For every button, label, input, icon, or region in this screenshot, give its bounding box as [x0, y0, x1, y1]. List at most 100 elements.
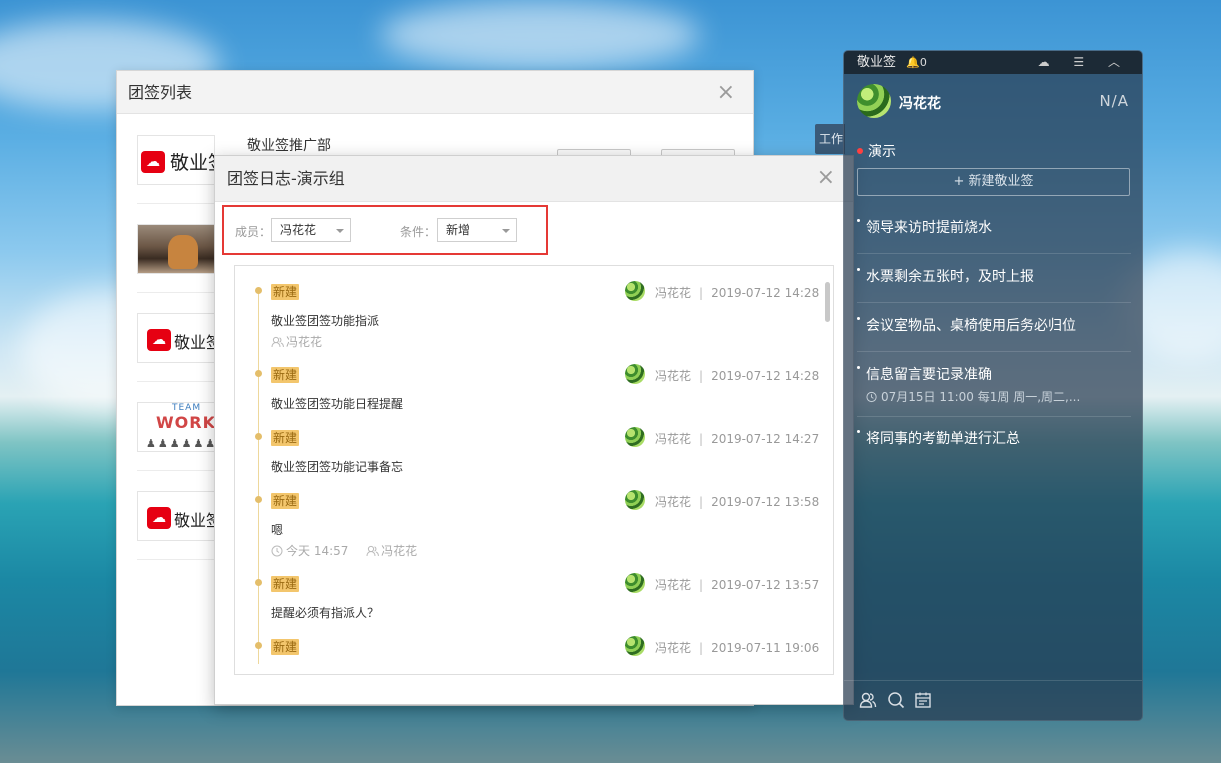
chevron-down-icon — [502, 229, 510, 233]
entry-time: 2019-07-12 14:28 — [711, 369, 820, 383]
meta-separator: | — [699, 641, 704, 655]
logo-text: 敬业签 — [170, 152, 214, 174]
group-list-title-bar: 团签列表 × — [117, 71, 753, 114]
entry-user: 冯花花 — [655, 369, 692, 383]
member-select[interactable]: 冯花花 — [271, 218, 351, 242]
entry-time: 2019-07-12 13:58 — [711, 495, 820, 509]
new-tag: 新建 — [271, 284, 300, 300]
panel-tools[interactable]: ☁ ☰ ︿ — [1038, 51, 1130, 74]
note-item[interactable]: 水票剩余五张时，及时上报 — [857, 266, 1131, 303]
user-name: 冯花花 — [899, 96, 941, 112]
bell-count: 0 — [919, 56, 927, 69]
entry-time: 2019-07-11 19:06 — [711, 641, 820, 655]
member-select-value: 冯花花 — [280, 223, 317, 237]
avatar — [625, 490, 645, 510]
condition-select[interactable]: 新增 — [437, 218, 517, 242]
background-cloud — [380, 0, 700, 70]
entry-content: 敬业签团签功能日程提醒 — [271, 397, 404, 411]
app-name: 敬业签 — [857, 55, 897, 70]
bell-icon[interactable]: 🔔0 — [906, 56, 927, 69]
user-row: 冯花花 N/A — [844, 74, 1142, 128]
new-tag: 新建 — [271, 576, 300, 592]
logo-text: 敬业签 — [174, 333, 214, 352]
entry-content: 提醒必须有指派人？ — [271, 606, 380, 620]
logo-text: 敬业签 — [174, 511, 214, 530]
scrollbar[interactable] — [825, 282, 830, 322]
group-logo: ☁ 敬业签 ® — [137, 135, 215, 185]
group-list-title: 团签列表 — [128, 83, 193, 102]
cloud-icon: ☁ — [147, 329, 171, 351]
bullet — [857, 366, 860, 369]
unread-dot — [857, 148, 863, 154]
clock-icon — [271, 545, 283, 557]
entry-user: 冯花花 — [655, 286, 692, 300]
work-side-tab[interactable]: 工作 — [815, 124, 845, 154]
bullet — [857, 219, 860, 222]
panel-footer — [844, 680, 1142, 720]
entry-meta: 冯花花 | 2019-07-12 14:28 — [655, 367, 819, 384]
entry-time: 2019-07-12 14:28 — [711, 286, 820, 300]
note-text: 将同事的考勤单进行汇总 — [866, 431, 1020, 447]
chevron-down-icon — [336, 229, 344, 233]
new-tag: 新建 — [271, 367, 300, 383]
avatar[interactable] — [857, 84, 891, 118]
user-icon — [271, 336, 284, 348]
entry-user: 冯花花 — [655, 641, 692, 655]
close-icon[interactable]: × — [717, 71, 735, 114]
entry-time: 2019-07-12 14:27 — [711, 432, 820, 446]
avatar — [625, 427, 645, 447]
group-photo: TEAM WORK ♟♟♟♟♟♟ — [137, 402, 215, 452]
meta-separator: | — [699, 432, 704, 446]
group-log-title-bar: 团签日志-演示组 × — [215, 156, 853, 202]
note-item[interactable]: 会议室物品、桌椅使用后务必归位 — [857, 315, 1131, 352]
user-icon — [366, 545, 379, 557]
new-tag: 新建 — [271, 639, 300, 655]
cloud-icon: ☁ — [141, 151, 165, 173]
bullet — [857, 430, 860, 433]
entry-meta: 冯花花 | 2019-07-12 13:58 — [655, 493, 819, 510]
entry-user: 冯花花 — [655, 578, 692, 592]
note-item[interactable]: 领导来访时提前烧水 — [857, 217, 1131, 254]
timeline-dot — [255, 433, 262, 440]
entry-content: 嗯 — [271, 523, 284, 537]
entry-sub: 今天 14:57 冯花花 — [271, 542, 417, 559]
entry-meta: 冯花花 | 2019-07-12 13:57 — [655, 576, 819, 593]
notes-side-panel: 敬业签 🔔0 ☁ ☰ ︿ 冯花花 N/A 演示 + 新建敬业签 领导来访时提前烧… — [843, 50, 1143, 721]
group-name: 敬业签推广部 — [247, 138, 331, 154]
team-text: TEAM — [172, 403, 202, 413]
calendar-icon[interactable] — [914, 691, 932, 709]
note-item[interactable]: 将同事的考勤单进行汇总 — [857, 428, 1131, 458]
note-text: 会议室物品、桌椅使用后务必归位 — [866, 318, 1076, 334]
new-tag: 新建 — [271, 430, 300, 446]
entry-meta: 冯花花 | 2019-07-12 14:27 — [655, 430, 819, 447]
current-group[interactable]: 演示 — [857, 141, 896, 161]
note-remind: 07月15日 11:00 每1周 周一,周二,... — [857, 388, 1131, 405]
bell-glyph: 🔔 — [906, 56, 920, 69]
note-item[interactable]: 信息留言要记录准确 07月15日 11:00 每1周 周一,周二,... — [857, 364, 1131, 417]
new-note-button[interactable]: + 新建敬业签 — [857, 168, 1130, 196]
filter-bar: 成员： 冯花花 条件： 新增 — [222, 205, 548, 255]
entry-time: 2019-07-12 13:57 — [711, 578, 820, 592]
note-text: 信息留言要记录准确 — [866, 367, 992, 383]
group-log-window: 团签日志-演示组 × 成员： 冯花花 条件： 新增 新建 冯花花 | 2019-07… — [214, 155, 854, 705]
clock-icon — [866, 391, 877, 403]
contacts-icon[interactable] — [859, 691, 877, 709]
group-name-label: 演示 — [868, 144, 896, 160]
condition-label: 条件： — [400, 225, 437, 239]
group-logo: ☁ 敬业签 — [137, 313, 215, 363]
timeline-dot — [255, 370, 262, 377]
avatar — [625, 281, 645, 301]
search-icon[interactable] — [887, 691, 905, 709]
condition-select-value: 新增 — [446, 223, 471, 237]
group-photo — [137, 224, 215, 274]
group-log-title: 团签日志-演示组 — [227, 169, 345, 188]
entry-assignee: 冯花花 — [286, 335, 323, 349]
meta-separator: | — [699, 578, 704, 592]
entry-meta: 冯花花 | 2019-07-11 19:06 — [655, 639, 819, 656]
timeline-line — [258, 288, 259, 664]
close-icon[interactable]: × — [817, 156, 835, 199]
entry-remind-time: 今天 14:57 — [286, 544, 349, 558]
note-remind-text: 07月15日 11:00 每1周 周一,周二,... — [881, 390, 1081, 404]
panel-header: 敬业签 🔔0 ☁ ☰ ︿ — [844, 51, 1142, 74]
avatar — [625, 636, 645, 656]
